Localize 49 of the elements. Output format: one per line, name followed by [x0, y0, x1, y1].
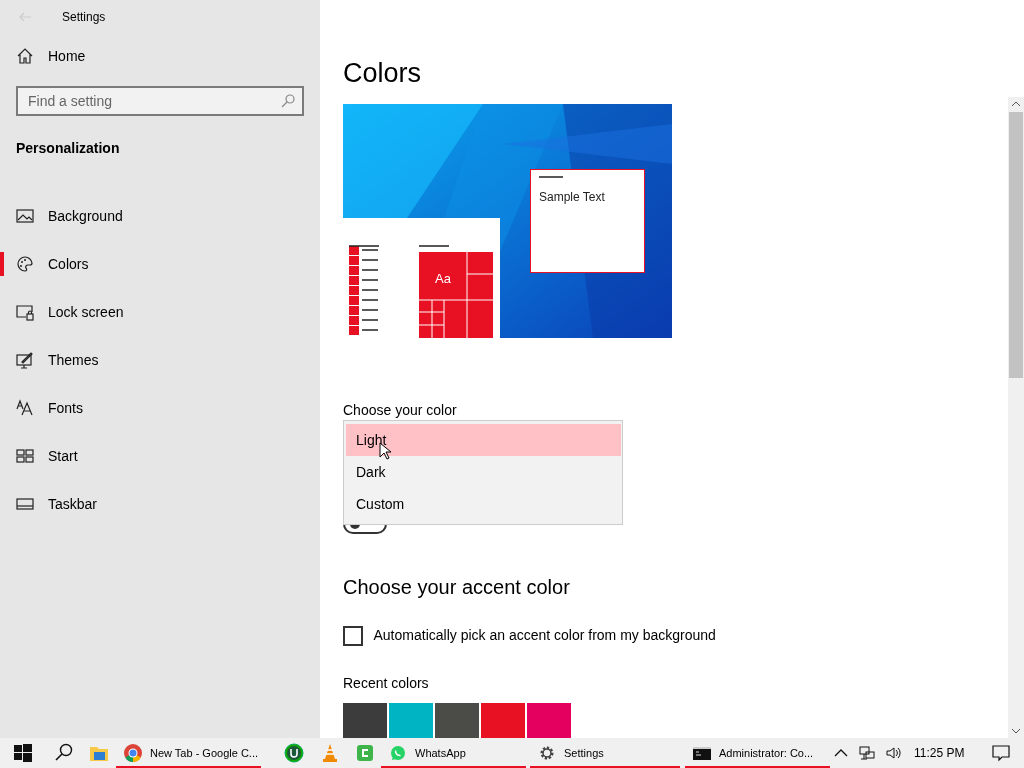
color-swatch[interactable]	[389, 703, 433, 738]
color-swatch[interactable]	[527, 703, 571, 738]
volume-icon[interactable]	[884, 745, 901, 761]
scroll-up-icon[interactable]	[1011, 101, 1021, 107]
lock-screen-icon	[16, 303, 34, 321]
chat-icon	[388, 743, 408, 763]
notification-icon[interactable]	[992, 744, 1010, 762]
palette-icon	[16, 255, 34, 273]
taskbar-button[interactable]: Administrator: Co...	[685, 738, 830, 768]
field-label: Recent colors	[343, 675, 429, 691]
checkbox-label: Automatically pick an accent color from my background	[373, 626, 716, 645]
section-heading: Choose your accent color	[343, 576, 570, 598]
section-heading: Personalization	[16, 140, 120, 156]
themes-icon	[16, 351, 34, 369]
checkbox[interactable]	[343, 625, 363, 646]
image-icon	[16, 207, 34, 225]
chrome-icon	[123, 743, 143, 763]
dropdown-option[interactable]: Dark	[346, 456, 621, 488]
color-swatch[interactable]	[481, 703, 525, 738]
sidebar-item[interactable]: Taskbar	[0, 480, 320, 528]
home-icon	[16, 47, 34, 65]
scrollbar[interactable]	[1008, 97, 1024, 738]
taskbar-button[interactable]: Settings	[530, 738, 680, 768]
color-swatch[interactable]	[435, 703, 479, 738]
color-swatch[interactable]	[343, 703, 387, 738]
dropdown-option[interactable]: Light	[346, 424, 621, 456]
taskbar-icon	[16, 495, 34, 513]
dropdown-option[interactable]: Custom	[346, 488, 621, 520]
sidebar-item[interactable]: Start	[0, 432, 320, 480]
clock-time[interactable]: 11:25 PM	[914, 744, 965, 762]
taskbar-button[interactable]: WhatsApp	[381, 738, 526, 768]
sidebar-item[interactable]: Fonts	[0, 384, 320, 432]
search-field[interactable]: Find a setting	[16, 86, 304, 116]
scroll-thumb[interactable]	[1009, 112, 1023, 378]
tile-text: Aa	[435, 271, 451, 286]
sample-text: Sample Text	[539, 190, 605, 204]
home-link[interactable]: Home	[0, 34, 320, 78]
field-label: Choose your color	[343, 402, 457, 418]
scroll-down-icon[interactable]	[1011, 728, 1021, 734]
start-icon	[16, 447, 34, 465]
fonts-icon	[16, 399, 34, 417]
sidebar-item[interactable]: Lock screen	[0, 288, 320, 336]
page-title: Colors	[343, 58, 422, 88]
sidebar-item[interactable]: Background	[0, 192, 320, 240]
search-input[interactable]: Find a setting	[18, 88, 281, 114]
taskbar-button[interactable]: New Tab - Google C...	[116, 738, 261, 768]
sidebar-item[interactable]: Themes	[0, 336, 320, 384]
window-title: Settings	[62, 9, 106, 26]
network-icon[interactable]	[858, 745, 875, 761]
